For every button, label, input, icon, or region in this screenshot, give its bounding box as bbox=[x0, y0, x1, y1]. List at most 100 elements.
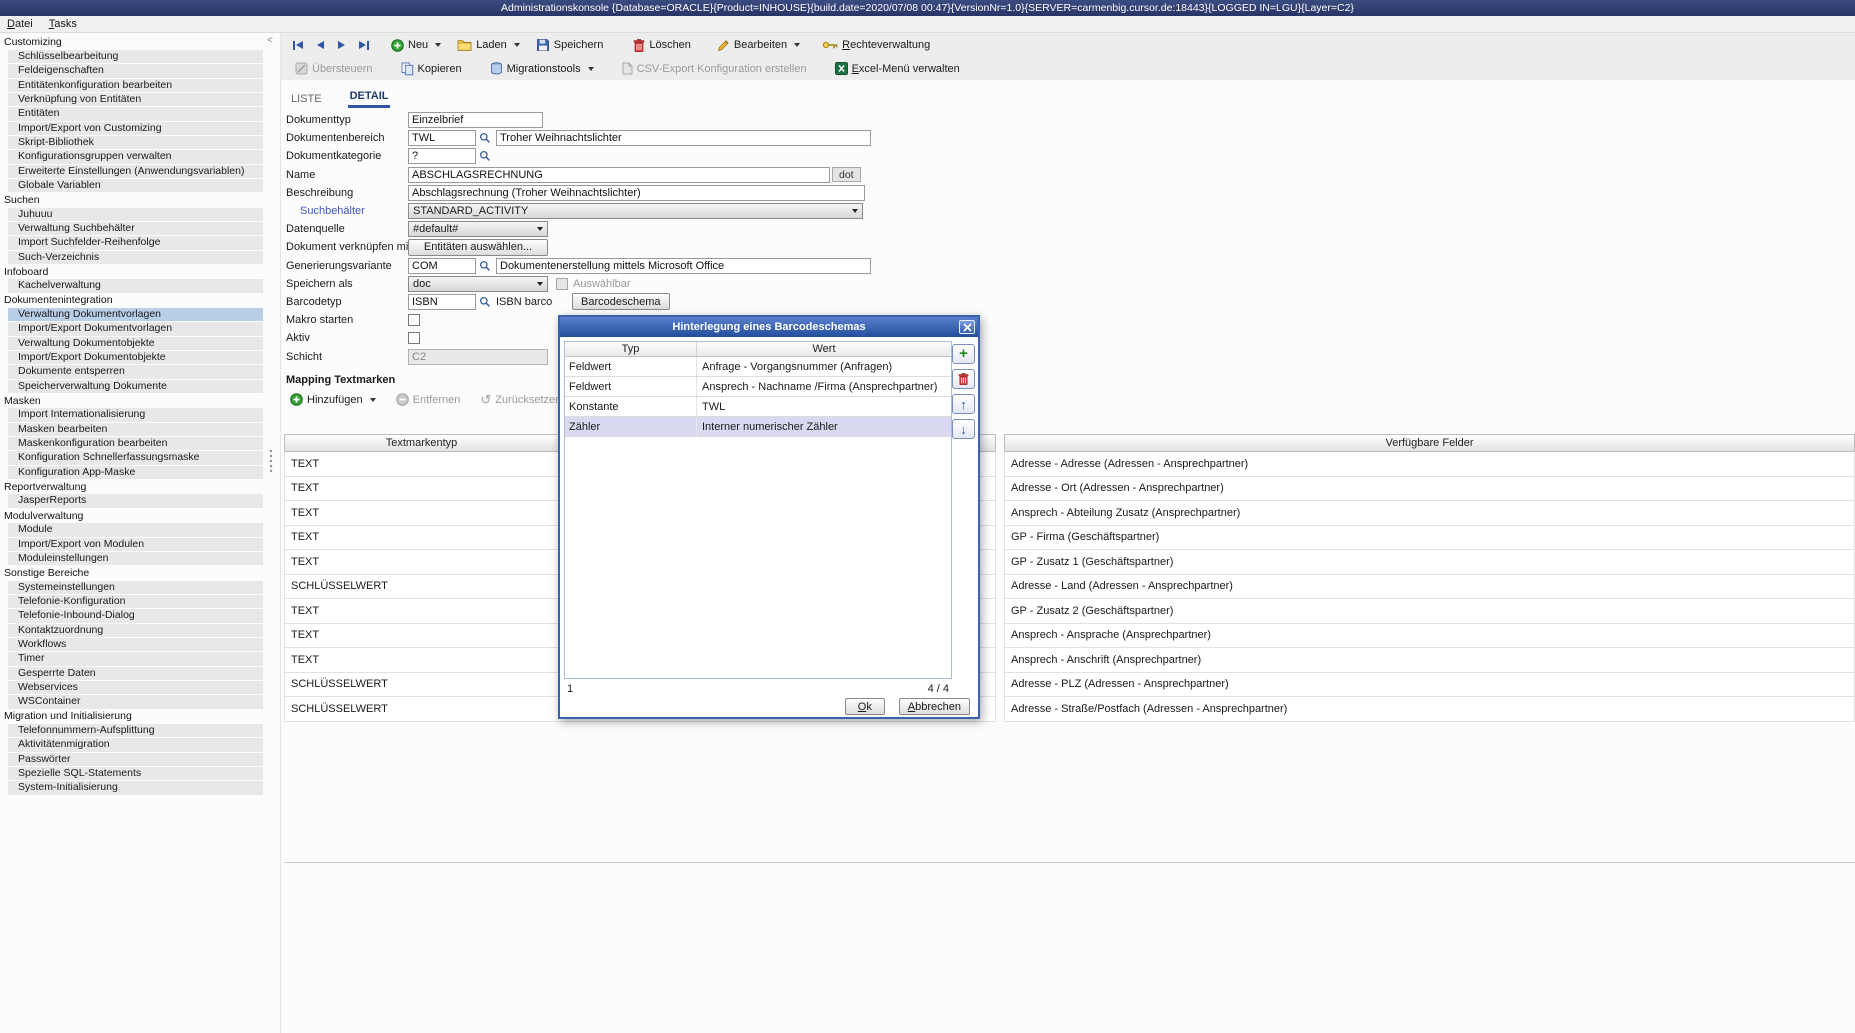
sidebar-item[interactable]: Kontaktzuordnung bbox=[0, 623, 264, 637]
available-field-row[interactable]: GP - Zusatz 2 (Geschäftspartner) bbox=[1005, 599, 1854, 624]
sidebar-item[interactable]: Verknüpfung von Entitäten bbox=[0, 92, 264, 106]
menu-tasks[interactable]: Tasks bbox=[49, 18, 77, 30]
sidebar-item[interactable]: Speicherverwaltung Dokumente bbox=[0, 379, 264, 393]
available-field-row[interactable]: Adresse - Land (Adressen - Ansprechpartn… bbox=[1005, 575, 1854, 600]
available-field-row[interactable]: Adresse - Ort (Adressen - Ansprechpartne… bbox=[1005, 477, 1854, 502]
load-button[interactable]: Laden bbox=[451, 37, 526, 53]
sidebar-item[interactable]: Entitäten bbox=[0, 107, 264, 121]
sidebar-item[interactable]: Masken bearbeiten bbox=[0, 422, 264, 436]
sidebar-item[interactable]: Customizing bbox=[0, 35, 264, 49]
sidebar-item[interactable]: Suchen bbox=[0, 193, 264, 207]
wert-column-header[interactable]: Wert bbox=[697, 342, 951, 356]
lookup-magnifier-icon[interactable] bbox=[479, 296, 491, 308]
new-button[interactable]: Neu bbox=[385, 37, 447, 54]
sidebar-item[interactable]: Import Internationalisierung bbox=[0, 408, 264, 422]
sidebar-item[interactable]: Such-Verzeichnis bbox=[0, 250, 264, 264]
excel-menu-button[interactable]: Excel-Menü verwalten bbox=[829, 60, 966, 77]
delete-button[interactable]: Löschen bbox=[627, 37, 697, 54]
sidebar-item[interactable]: Sonstige Bereiche bbox=[0, 566, 264, 580]
splitter-grip-icon[interactable] bbox=[268, 448, 274, 474]
sidebar-item[interactable]: Schlüsselbearbeitung bbox=[0, 49, 264, 63]
tab-detail[interactable]: DETAIL bbox=[348, 90, 391, 108]
barcode-schema-row[interactable]: Feldwert Anfrage - Vorgangsnummer (Anfra… bbox=[565, 357, 951, 377]
sidebar-item[interactable]: Telefonnummern-Aufsplittung bbox=[0, 724, 264, 738]
available-field-row[interactable]: GP - Zusatz 1 (Geschäftspartner) bbox=[1005, 550, 1854, 575]
sidebar-item[interactable]: Spezielle SQL-Statements bbox=[0, 767, 264, 781]
sidebar-item[interactable]: Globale Variablen bbox=[0, 178, 264, 192]
sidebar-item[interactable]: Migration und Initialisierung bbox=[0, 709, 264, 723]
available-field-row[interactable]: Ansprech - Abteilung Zusatz (Ansprechpar… bbox=[1005, 501, 1854, 526]
sidebar-item[interactable]: Infoboard bbox=[0, 265, 264, 279]
sidebar-item[interactable]: Juhuuu bbox=[0, 207, 264, 221]
speichern-als-select[interactable]: doc bbox=[408, 276, 548, 292]
barcode-schema-row[interactable]: Konstante TWL bbox=[565, 397, 951, 417]
menu-datei[interactable]: Datei bbox=[7, 18, 33, 30]
sidebar-item[interactable]: Import/Export von Modulen bbox=[0, 537, 264, 551]
delete-row-button[interactable] bbox=[952, 369, 975, 389]
dokumentkategorie-code-input[interactable] bbox=[408, 148, 476, 164]
edit-button[interactable]: Bearbeiten bbox=[711, 37, 806, 54]
suchbehaelter-select[interactable]: STANDARD_ACTIVITY bbox=[408, 203, 863, 219]
sidebar-splitter[interactable]: < bbox=[264, 33, 280, 1033]
sidebar-item[interactable]: Import/Export von Customizing bbox=[0, 121, 264, 135]
sidebar-item[interactable]: Maskenkonfiguration bearbeiten bbox=[0, 437, 264, 451]
sidebar-item[interactable]: Masken bbox=[0, 394, 264, 408]
add-mapping-button[interactable]: Hinzufügen bbox=[290, 393, 376, 406]
name-input[interactable] bbox=[408, 167, 830, 183]
sidebar-item[interactable]: Erweiterte Einstellungen (Anwendungsvari… bbox=[0, 164, 264, 178]
sidebar-item[interactable]: Webservices bbox=[0, 680, 264, 694]
sidebar-item[interactable]: Moduleinstellungen bbox=[0, 551, 264, 565]
sidebar-item[interactable]: Workflows bbox=[0, 637, 264, 651]
save-button[interactable]: Speichern bbox=[530, 36, 610, 54]
sidebar-item[interactable]: WSContainer bbox=[0, 695, 264, 709]
migration-tools-button[interactable]: Migrationstools bbox=[484, 60, 600, 77]
tab-liste[interactable]: LISTE bbox=[289, 93, 324, 108]
sidebar-item[interactable]: Konfiguration App-Maske bbox=[0, 465, 264, 479]
available-field-row[interactable]: Adresse - PLZ (Adressen - Ansprechpartne… bbox=[1005, 673, 1854, 698]
move-up-button[interactable]: ↑ bbox=[952, 394, 975, 414]
sidebar-item[interactable]: Konfiguration Schnellerfassungsmaske bbox=[0, 451, 264, 465]
sidebar-item[interactable]: Systemeinstellungen bbox=[0, 580, 264, 594]
sidebar-item[interactable]: JasperReports bbox=[0, 494, 264, 508]
beschreibung-input[interactable] bbox=[408, 185, 865, 201]
barcode-schema-row[interactable]: Zähler Interner numerischer Zähler bbox=[565, 417, 951, 437]
first-record-button[interactable] bbox=[291, 39, 305, 52]
cancel-button[interactable]: Abbrechen bbox=[899, 698, 970, 715]
rights-management-button[interactable]: Rechteverwaltung bbox=[816, 37, 936, 53]
lookup-magnifier-icon[interactable] bbox=[479, 132, 491, 144]
sidebar-item[interactable]: Dokumentenintegration bbox=[0, 293, 264, 307]
dokumentenbereich-name-input[interactable] bbox=[496, 130, 871, 146]
sidebar-item[interactable]: Telefonie-Inbound-Dialog bbox=[0, 609, 264, 623]
sidebar-item[interactable]: Aktivitätenmigration bbox=[0, 738, 264, 752]
sidebar-item[interactable]: Import Suchfelder-Reihenfolge bbox=[0, 236, 264, 250]
sidebar-item[interactable]: Telefonie-Konfiguration bbox=[0, 594, 264, 608]
add-row-button[interactable]: + bbox=[952, 344, 975, 364]
available-field-row[interactable]: Adresse - Adresse (Adressen - Ansprechpa… bbox=[1005, 452, 1854, 477]
collapse-sidebar-icon[interactable]: < bbox=[267, 36, 273, 46]
sidebar-item[interactable]: Module bbox=[0, 523, 264, 537]
dialog-titlebar[interactable]: Hinterlegung eines Barcodeschemas bbox=[560, 317, 978, 337]
sidebar-item[interactable]: Feldeigenschaften bbox=[0, 64, 264, 78]
generierungsvariante-code-input[interactable] bbox=[408, 258, 476, 274]
close-icon[interactable] bbox=[959, 320, 975, 334]
datenquelle-select[interactable]: #default# bbox=[408, 221, 548, 237]
dokumenttyp-input[interactable] bbox=[408, 112, 543, 128]
sidebar-item[interactable]: Verwaltung Dokumentvorlagen bbox=[0, 308, 264, 322]
sidebar-item[interactable]: Gesperrte Daten bbox=[0, 666, 264, 680]
barcode-schema-row[interactable]: Feldwert Ansprech - Nachname /Firma (Ans… bbox=[565, 377, 951, 397]
textmarkentyp-column-header[interactable]: Textmarkentyp bbox=[285, 435, 559, 451]
lookup-magnifier-icon[interactable] bbox=[479, 260, 491, 272]
entitaeten-auswaehlen-button[interactable]: Entitäten auswählen... bbox=[408, 239, 548, 256]
copy-button[interactable]: Kopieren bbox=[395, 60, 468, 78]
available-fields-column-header[interactable]: Verfügbare Felder bbox=[1005, 435, 1854, 451]
sidebar-item[interactable]: Verwaltung Dokumentobjekte bbox=[0, 336, 264, 350]
sidebar-item[interactable]: Modulverwaltung bbox=[0, 508, 264, 522]
barcodetyp-code-input[interactable] bbox=[408, 294, 476, 310]
sidebar-item[interactable]: Entitätenkonfiguration bearbeiten bbox=[0, 78, 264, 92]
available-field-row[interactable]: Ansprech - Ansprache (Ansprechpartner) bbox=[1005, 624, 1854, 649]
move-down-button[interactable]: ↓ bbox=[952, 419, 975, 439]
typ-column-header[interactable]: Typ bbox=[565, 342, 697, 356]
sidebar-item[interactable]: Timer bbox=[0, 652, 264, 666]
available-field-row[interactable]: GP - Firma (Geschäftspartner) bbox=[1005, 526, 1854, 551]
barcodeschema-button[interactable]: Barcodeschema bbox=[572, 293, 670, 310]
